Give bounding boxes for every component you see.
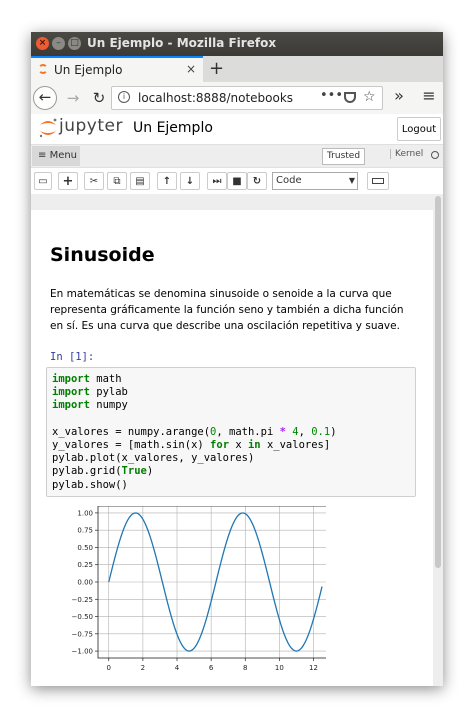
site-info-icon[interactable]: i <box>118 91 130 103</box>
restart-icon[interactable]: ↻ <box>247 172 267 190</box>
y-tick-label: −0.75 <box>72 630 93 638</box>
bookmark-star-icon[interactable]: ☆ <box>363 89 376 105</box>
notebook-area: Sinusoide En matemáticas se denomina sin… <box>31 210 433 686</box>
window-close-button[interactable]: × <box>36 37 49 50</box>
chevron-down-icon: ▼ <box>348 176 355 185</box>
move-up-icon[interactable]: ↑ <box>157 172 177 190</box>
insert-cell-icon[interactable]: + <box>58 172 78 190</box>
input-prompt: In [1]: <box>50 351 95 363</box>
menu-bar: ≡ Menu Trusted Kernel <box>31 144 443 168</box>
new-tab-button[interactable]: + <box>209 58 224 79</box>
copy-icon[interactable]: ⧉ <box>107 172 127 190</box>
url-bar[interactable]: i localhost:8888/notebooks/U ••• ☆ <box>111 86 383 110</box>
x-tick-label: 10 <box>275 664 284 672</box>
kernel-label: Kernel <box>390 149 423 159</box>
y-tick-label: 0.25 <box>77 561 93 569</box>
reload-button[interactable]: ↻ <box>87 86 111 110</box>
tab-title: Un Ejemplo <box>54 63 123 77</box>
y-tick-label: 0.50 <box>77 544 93 552</box>
window-title: Un Ejemplo - Mozilla Firefox <box>87 36 277 50</box>
jupyter-logo-icon[interactable] <box>37 117 59 139</box>
x-tick-label: 0 <box>107 664 111 672</box>
move-down-icon[interactable]: ↓ <box>180 172 200 190</box>
navigation-bar: ← → ↻ i localhost:8888/notebooks/U ••• ☆… <box>31 82 443 115</box>
overflow-menu-icon[interactable]: » <box>387 86 411 105</box>
tab-bar: Un Ejemplo × + <box>31 56 443 82</box>
y-tick-label: −0.25 <box>72 596 93 604</box>
scrollbar-thumb[interactable] <box>435 196 441 568</box>
notebook-top-strip <box>31 194 443 210</box>
x-tick-label: 6 <box>209 664 214 672</box>
run-icon[interactable]: ⏭ <box>207 172 227 190</box>
markdown-heading: Sinusoide <box>50 244 155 266</box>
stop-icon[interactable]: ■ <box>227 172 247 190</box>
y-tick-label: −1.00 <box>72 648 93 656</box>
keyboard-icon[interactable] <box>367 172 389 190</box>
x-tick-label: 2 <box>141 664 145 672</box>
kernel-status-icon <box>431 151 439 159</box>
jupyter-favicon-icon <box>38 64 48 74</box>
chart-grid <box>98 506 334 658</box>
forward-button[interactable]: → <box>61 86 85 110</box>
output-plot: 1.00 0.75 0.50 0.25 0.00 −0.25 −0.50 −0.75 −1.00… <box>46 505 335 684</box>
back-button[interactable]: ← <box>33 86 57 110</box>
logout-button[interactable]: Logout <box>397 117 441 141</box>
code-cell-editor[interactable]: import math import pylab import numpy x_… <box>46 367 416 497</box>
jupyter-wordmark[interactable]: jupyter <box>59 116 123 136</box>
title-bar: × – □ Un Ejemplo - Mozilla Firefox <box>31 32 443 56</box>
y-tick-label: 1.00 <box>77 509 93 517</box>
y-axis: 1.00 0.75 0.50 0.25 0.00 −0.25 −0.50 −0.75 −1.00 <box>72 509 98 656</box>
y-tick-label: 0.00 <box>77 579 93 587</box>
url-text[interactable]: localhost:8888/notebooks/U <box>138 91 293 105</box>
y-tick-label: −0.50 <box>72 613 93 621</box>
tab-close-icon[interactable]: × <box>186 62 196 76</box>
cut-icon[interactable]: ✂ <box>84 172 104 190</box>
notebook-toolbar: ▭ + ✂ ⧉ ▤ ↑ ↓ ⏭ ■ ↻ Code ▼ <box>31 168 443 195</box>
window-minimize-button[interactable]: – <box>52 37 65 50</box>
paste-icon[interactable]: ▤ <box>130 172 150 190</box>
hamburger-menu-icon[interactable]: ≡ <box>417 86 441 105</box>
pocket-icon[interactable] <box>344 92 356 103</box>
page-actions-icon[interactable]: ••• <box>320 88 343 103</box>
page-scrollbar[interactable] <box>433 194 443 686</box>
browser-window: × – □ Un Ejemplo - Mozilla Firefox Un Ej… <box>31 32 443 686</box>
x-axis: 0 2 4 6 8 10 12 <box>107 658 318 672</box>
markdown-paragraph: En matemáticas se denomina sinusoide o s… <box>50 288 404 332</box>
menu-label: Menu <box>49 150 78 161</box>
notebook-name[interactable]: Un Ejemplo <box>133 120 213 136</box>
menu-button[interactable]: ≡ Menu <box>32 146 80 166</box>
x-tick-label: 8 <box>243 664 247 672</box>
jupyter-header: jupyter Un Ejemplo Logout <box>31 114 443 144</box>
window-maximize-button[interactable]: □ <box>68 37 81 50</box>
browser-tab[interactable]: Un Ejemplo × <box>31 56 203 82</box>
cell-type-value: Code <box>276 175 302 186</box>
cell-type-select[interactable]: Code ▼ <box>272 172 358 190</box>
sine-chart: 1.00 0.75 0.50 0.25 0.00 −0.25 −0.50 −0.75 −1.00… <box>72 505 335 672</box>
trusted-indicator[interactable]: Trusted <box>322 148 366 165</box>
x-tick-label: 12 <box>309 664 318 672</box>
save-icon[interactable]: ▭ <box>34 172 52 190</box>
y-tick-label: 0.75 <box>77 527 93 535</box>
x-tick-label: 4 <box>175 664 180 672</box>
